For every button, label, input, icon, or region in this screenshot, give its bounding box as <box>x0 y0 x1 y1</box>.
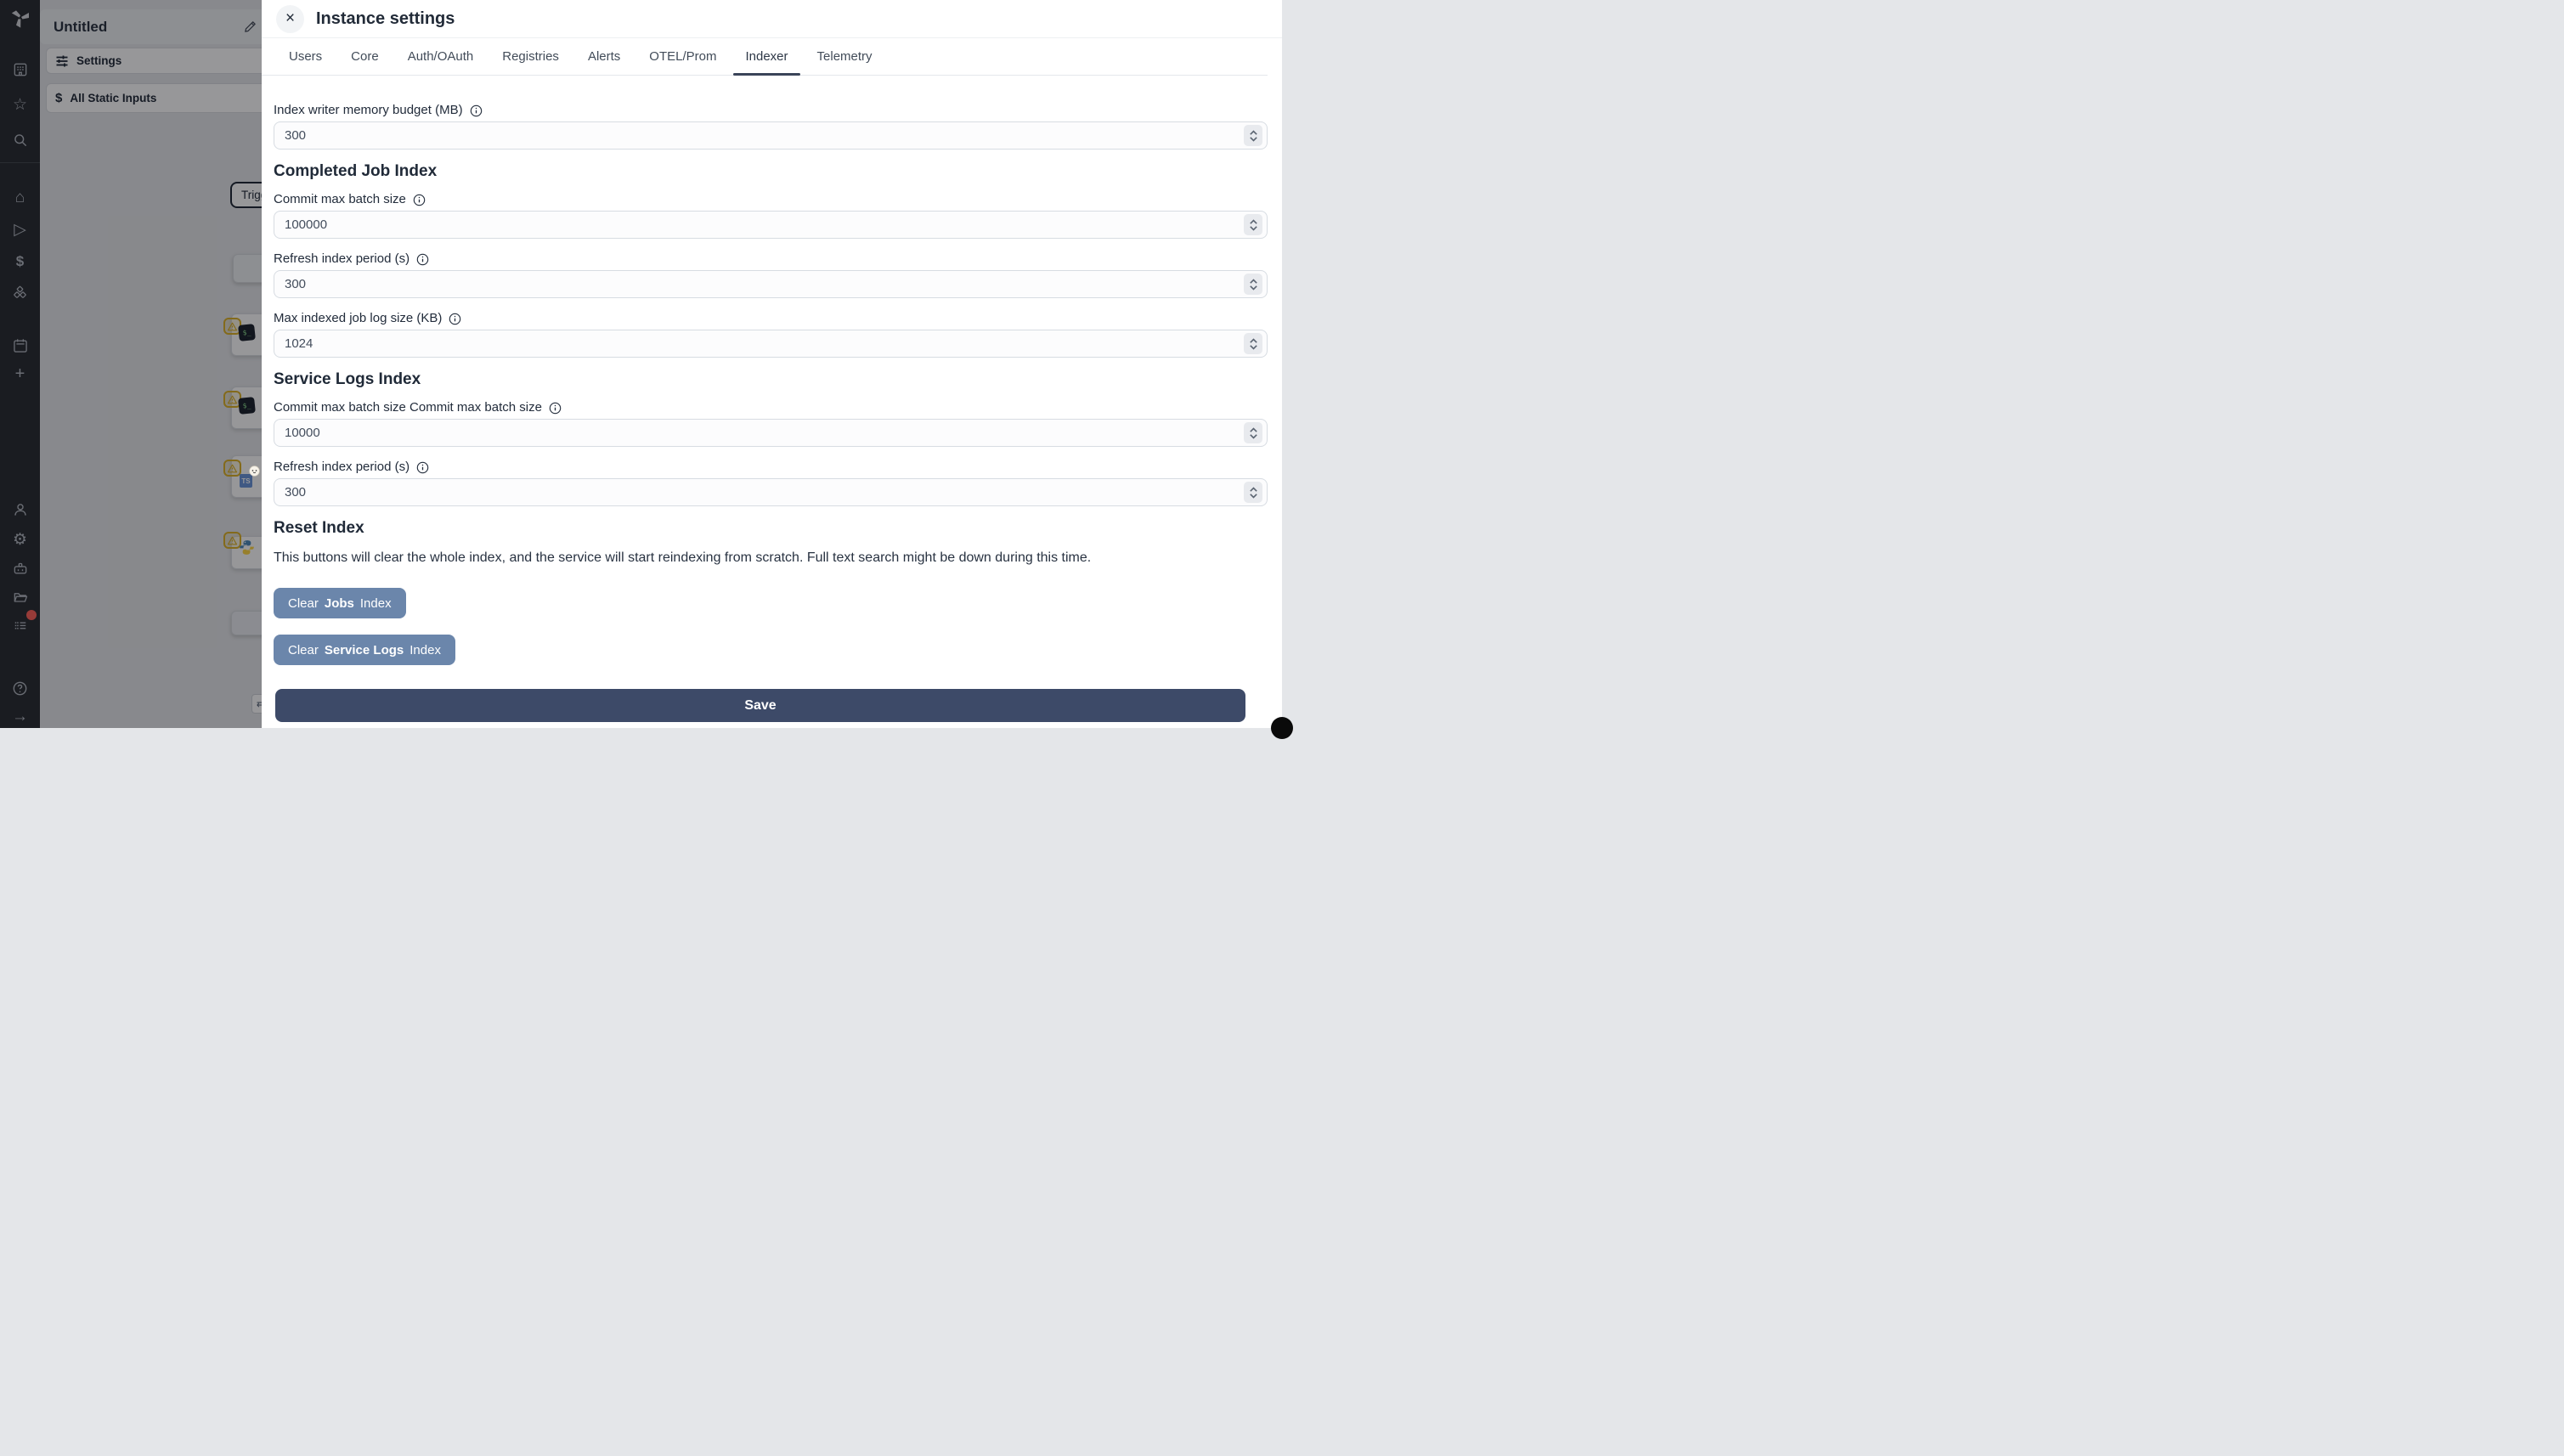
tab-registries[interactable]: Registries <box>490 38 571 75</box>
number-stepper[interactable] <box>1244 125 1262 146</box>
max-indexed-job-log-size-input[interactable] <box>274 330 1268 358</box>
info-icon[interactable] <box>449 313 461 325</box>
service-logs-refresh-index-period-label: Refresh index period (s) <box>274 460 410 474</box>
reset-index-description: This buttons will clear the whole index,… <box>274 550 1092 565</box>
info-icon[interactable] <box>470 104 483 117</box>
index-word: Index <box>409 642 441 657</box>
number-stepper[interactable] <box>1244 214 1262 235</box>
number-stepper[interactable] <box>1244 422 1262 443</box>
number-stepper[interactable] <box>1244 333 1262 354</box>
bun-runtime-icon <box>249 466 260 481</box>
modal-header: × Instance settings <box>262 0 1282 38</box>
clear-word: Clear <box>288 642 319 657</box>
refresh-index-period-label: Refresh index period (s) <box>274 251 410 266</box>
clear-service-logs-index-button[interactable]: Clear Service Logs Index <box>274 635 455 665</box>
number-field <box>274 270 1268 298</box>
field-label: Commit max batch size <box>274 192 1268 207</box>
indexer-settings-panel: Index writer memory budget (MB) Complete… <box>262 76 1282 673</box>
commit-max-batch-size-input[interactable] <box>274 211 1268 239</box>
info-icon[interactable] <box>416 253 429 266</box>
number-field <box>274 478 1268 506</box>
field-label: Max indexed job log size (KB) <box>274 311 1268 326</box>
max-indexed-job-log-size-label: Max indexed job log size (KB) <box>274 311 443 325</box>
tab-core[interactable]: Core <box>339 38 391 75</box>
number-stepper[interactable] <box>1244 274 1262 295</box>
number-field <box>274 419 1268 447</box>
reset-index-heading: Reset Index <box>274 519 364 537</box>
settings-tabs: Users Core Auth/OAuth Registries Alerts … <box>262 38 1268 76</box>
refresh-index-period-input[interactable] <box>274 270 1268 298</box>
number-field <box>274 211 1268 239</box>
corner-floating-bubble[interactable] <box>1271 717 1293 739</box>
close-icon: × <box>285 9 296 27</box>
modal-title: Instance settings <box>316 8 455 28</box>
tab-telemetry[interactable]: Telemetry <box>805 38 884 75</box>
info-icon[interactable] <box>413 194 426 206</box>
jobs-word: Jobs <box>324 595 354 611</box>
commit-max-batch-size-label: Commit max batch size <box>274 192 406 206</box>
service-logs-commit-max-batch-size-label: Commit max batch size Commit max batch s… <box>274 400 542 415</box>
field-label: Commit max batch size Commit max batch s… <box>274 400 1268 415</box>
index-word: Index <box>359 595 392 611</box>
service-logs-commit-max-batch-size-input[interactable] <box>274 419 1268 447</box>
tab-otel-prom[interactable]: OTEL/Prom <box>637 38 728 75</box>
info-icon[interactable] <box>549 402 562 415</box>
service-logs-refresh-index-period-input[interactable] <box>274 478 1268 506</box>
field-label: Refresh index period (s) <box>274 251 1268 267</box>
field-label: Index writer memory budget (MB) <box>274 103 1268 118</box>
clear-word: Clear <box>288 595 319 611</box>
number-field <box>274 330 1268 358</box>
field-label: Refresh index period (s) <box>274 460 1268 475</box>
save-button[interactable]: Save <box>275 689 1245 722</box>
close-button[interactable]: × <box>276 4 304 33</box>
index-writer-memory-budget-label: Index writer memory budget (MB) <box>274 103 463 117</box>
clear-jobs-index-button[interactable]: Clear Jobs Index <box>274 588 406 618</box>
number-field <box>274 121 1268 150</box>
tab-users[interactable]: Users <box>277 38 334 75</box>
tab-indexer[interactable]: Indexer <box>733 38 800 76</box>
info-icon[interactable] <box>416 461 429 474</box>
service-logs-word: Service Logs <box>324 642 404 657</box>
completed-job-index-heading: Completed Job Index <box>274 162 438 180</box>
service-logs-index-heading: Service Logs Index <box>274 370 421 388</box>
index-writer-memory-budget-input[interactable] <box>274 121 1268 150</box>
tab-alerts[interactable]: Alerts <box>576 38 632 75</box>
number-stepper[interactable] <box>1244 482 1262 503</box>
tab-auth-oauth[interactable]: Auth/OAuth <box>396 38 486 75</box>
instance-settings-modal: × Instance settings Users Core Auth/OAut… <box>262 0 1282 728</box>
